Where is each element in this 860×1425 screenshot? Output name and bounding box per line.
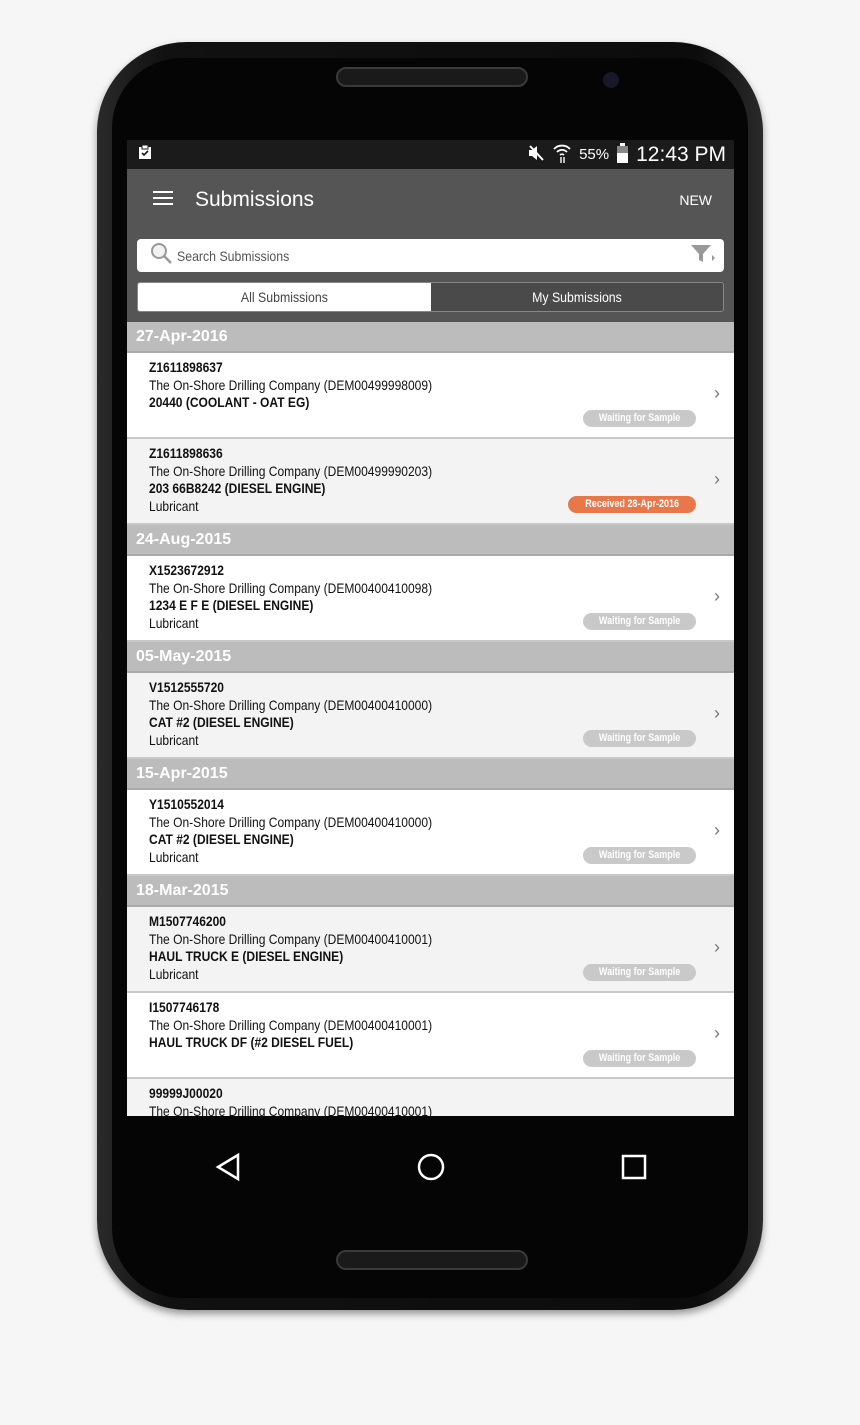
company-name: The On-Shore Drilling Company (DEM004999… [149,376,433,393]
chevron-right-icon: › [714,703,720,723]
screen: 55% 12:43 PM Submissions NEW All Submiss… [127,140,734,1116]
tab-label: My Submissions [531,289,622,305]
company-name: The On-Shore Drilling Company (DEM004004… [149,930,433,947]
filter-icon[interactable] [690,243,716,268]
status-text: Waiting for Sample [598,848,681,861]
equipment-name: CAT #2 (DIESEL ENGINE) [149,714,294,730]
sample-id: Z1611898637 [149,359,223,375]
home-icon[interactable] [416,1152,446,1187]
page-title: Submissions [195,188,315,211]
sample-id: Z1611898636 [149,445,223,461]
chevron-right-icon: › [714,469,720,489]
status-badge: Waiting for Sample [582,730,696,747]
battery-percent: 55% [579,146,610,163]
status-bar: 55% 12:43 PM [127,140,734,169]
sample-id: 99999J00020 [149,1085,223,1101]
submission-text: M1507746200 The On-Shore Drilling Company… [149,913,652,983]
fluid-type: Lubricant [149,614,199,631]
fluid-type: Lubricant [149,731,199,748]
clock: 12:43 PM [636,142,726,166]
fluid-type: Lubricant [149,965,199,982]
equipment-name: 1234 E F E (DIESEL ENGINE) [149,597,314,613]
company-name: The On-Shore Drilling Company (DEM004004… [149,1016,433,1033]
wifi-icon [553,143,571,167]
front-camera [603,72,619,88]
search-icon [149,241,173,270]
tab-my-submissions[interactable]: My Submissions [430,283,723,311]
equipment-name: CAT #2 (DIESEL ENGINE) [149,831,294,847]
tab-label: All Submissions [240,289,328,305]
equipment-name: 203 66B8242 (DIESEL ENGINE) [149,480,326,496]
status-badge: Waiting for Sample [582,964,696,981]
submission-row[interactable]: Z1611898637 The On-Shore Drilling Company… [127,353,734,439]
sample-id: I1507746178 [149,999,220,1015]
sample-id: V1512555720 [149,679,224,695]
back-icon[interactable] [214,1152,242,1187]
status-text: Waiting for Sample [598,614,681,627]
new-button[interactable]: NEW [679,192,712,208]
tab-all-submissions[interactable]: All Submissions [138,283,431,311]
status-text: Waiting for Sample [598,731,681,744]
submission-text: V1512555720 The On-Shore Drilling Company… [149,679,652,749]
status-badge: Received 28-Apr-2016 [567,496,696,513]
fluid-type: Lubricant [149,848,199,865]
status-badge: Waiting for Sample [582,410,696,427]
company-name: The On-Shore Drilling Company (DEM004004… [149,579,433,596]
submission-tabs: All Submissions My Submissions [137,282,724,312]
submission-list[interactable]: 27-Apr-2016 Z1611898637 The On-Shore Drill… [127,322,734,1116]
app-bar: Submissions NEW [127,169,734,231]
equipment-name: 20440 (COOLANT - OAT EG) [149,394,310,410]
sample-id: M1507746200 [149,913,226,929]
equipment-name: HAUL TRUCK E (DIESEL ENGINE) [149,948,344,964]
date-group-header: 24-Aug-2015 [127,525,734,556]
submission-text: X1523672912 The On-Shore Drilling Company… [149,562,652,632]
sample-id: X1523672912 [149,562,224,578]
clipboard-check-icon [137,144,153,165]
status-text: Waiting for Sample [598,1051,681,1064]
search-input[interactable] [177,247,629,264]
date-group-header: 05-May-2015 [127,642,734,673]
status-badge: Waiting for Sample [582,1050,696,1067]
submission-row[interactable]: V1512555720 The On-Shore Drilling Company… [127,673,734,759]
equipment-name: HAUL TRUCK DF (#2 DIESEL FUEL) [149,1034,354,1050]
chevron-right-icon: › [714,820,720,840]
top-speaker [336,67,528,87]
date-group-header: 15-Apr-2015 [127,759,734,790]
date-group-header: 18-Mar-2015 [127,876,734,907]
recents-icon[interactable] [621,1154,647,1185]
chevron-right-icon: › [714,1023,720,1043]
submission-row[interactable]: M1507746200 The On-Shore Drilling Company… [127,907,734,993]
chevron-right-icon: › [714,586,720,606]
search-box [137,239,724,272]
submission-text: I1507746178 The On-Shore Drilling Company… [149,999,652,1052]
company-name: The On-Shore Drilling Company (DEM004004… [149,813,433,830]
status-text: Received 28-Apr-2016 [584,497,679,510]
menu-icon[interactable] [153,190,173,210]
submission-row[interactable]: I1507746178 The On-Shore Drilling Company… [127,993,734,1079]
company-name: The On-Shore Drilling Company (DEM004004… [149,696,433,713]
submission-row[interactable]: X1523672912 The On-Shore Drilling Company… [127,556,734,642]
bottom-speaker [336,1250,528,1270]
date-group-header: 27-Apr-2016 [127,322,734,353]
search-toolbar: All Submissions My Submissions [127,231,734,322]
submission-text: 99999J00020 The On-Shore Drilling Company… [149,1085,652,1116]
status-text: Waiting for Sample [598,965,681,978]
company-name: The On-Shore Drilling Company (DEM004999… [149,462,433,479]
navigation-bar [127,1116,734,1222]
mute-icon [527,144,545,165]
status-badge: Waiting for Sample [582,847,696,864]
submission-text: Z1611898637 The On-Shore Drilling Company… [149,359,652,412]
submission-row[interactable]: 99999J00020 The On-Shore Drilling Company… [127,1079,734,1116]
chevron-right-icon: › [714,937,720,957]
status-text: Waiting for Sample [598,411,681,424]
sample-id: Y1510552014 [149,796,224,812]
status-badge: Waiting for Sample [582,613,696,630]
chevron-right-icon: › [714,383,720,403]
submission-row[interactable]: Z1611898636 The On-Shore Drilling Company… [127,439,734,525]
submission-row[interactable]: Y1510552014 The On-Shore Drilling Company… [127,790,734,876]
battery-icon [617,142,629,167]
company-name: The On-Shore Drilling Company (DEM004004… [149,1102,433,1117]
submission-text: Y1510552014 The On-Shore Drilling Company… [149,796,652,866]
